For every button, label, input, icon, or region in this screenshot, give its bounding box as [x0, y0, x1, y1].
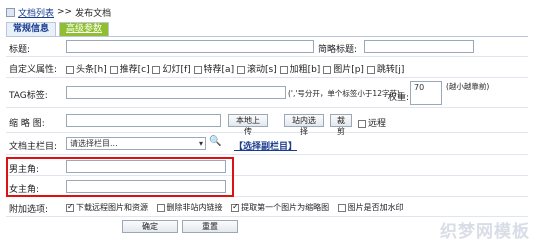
tag-label: TAG标签: — [9, 91, 48, 101]
checkbox-icon[interactable] — [109, 65, 118, 74]
attr-recommend[interactable]: 推荐[c] — [109, 65, 150, 75]
attr-special[interactable]: 特荐[a] — [193, 65, 234, 75]
attr-picture[interactable]: 图片[p] — [323, 65, 364, 75]
submit-button[interactable]: 确定 — [122, 220, 178, 233]
attr-headline[interactable]: 头条[h] — [66, 65, 107, 75]
title-label: 标题: — [9, 45, 31, 55]
tab-bar: 常规信息 高级参数 — [6, 22, 112, 37]
chevron-down-icon: ▾ — [198, 139, 203, 148]
search-icon[interactable]: 🔍 — [209, 136, 221, 147]
checkbox-icon[interactable] — [337, 203, 346, 212]
attributes-row: 自定义属性: 头条[h] 推荐[c] 幻灯[f] 特荐[a] 滚动[s] 加粗[… — [6, 57, 528, 78]
column-select[interactable]: 请选择栏目... ▾ — [66, 137, 206, 150]
extra-options: 下载远程图片和资源 删除非站内链接 提取第一个图片为缩略图 图片是否加水印 — [66, 202, 404, 213]
thumbnail-label: 缩 略 图: — [9, 119, 45, 129]
checkbox-icon[interactable] — [366, 65, 375, 74]
short-title-label: 简略标题: — [318, 45, 358, 55]
checkbox-icon[interactable] — [152, 65, 161, 74]
title-input[interactable] — [66, 40, 314, 53]
crop-button[interactable]: 裁剪 — [330, 114, 352, 136]
tag-row: TAG标签: (','号分开，单个标签小于12字节) 权重: 70 (越小越靠前… — [6, 78, 528, 108]
tab-advanced[interactable]: 高级参数 — [59, 22, 110, 36]
tag-hint: (','号分开，单个标签小于12字节) — [288, 89, 400, 98]
checkbox-icon[interactable] — [193, 65, 202, 74]
thumbnail-row: 缩 略 图: 本地上传 站内选择 裁剪 远程 — [6, 108, 528, 136]
sub-column-link[interactable]: 【选择副栏目】 — [234, 139, 297, 152]
site-select-button[interactable]: 站内选择 — [284, 114, 324, 136]
highlight-box — [6, 157, 234, 197]
thumbnail-input[interactable] — [66, 114, 221, 127]
checkbox-icon[interactable] — [66, 202, 74, 212]
title-row: 标题: 简略标题: — [6, 37, 528, 57]
checkbox-icon[interactable] — [156, 203, 165, 212]
extra-options-label: 附加选项: — [9, 205, 49, 215]
checkbox-icon[interactable] — [231, 202, 240, 212]
breadcrumb: 文档列表 >> 发布文档 — [6, 5, 111, 19]
checkbox-icon[interactable] — [358, 119, 366, 128]
download-remote-option[interactable]: 下载远程图片和资源 — [66, 202, 148, 212]
attr-slide[interactable]: 幻灯[f] — [152, 65, 191, 75]
image-watermark-option[interactable]: 图片是否加水印 — [337, 203, 404, 212]
short-title-input[interactable] — [364, 40, 474, 53]
weight-hint: (越小越靠前) — [446, 82, 490, 91]
attr-jump[interactable]: 跳转[j] — [366, 65, 404, 75]
column-label: 文档主栏目: — [9, 142, 58, 152]
checkbox-icon[interactable] — [323, 65, 332, 74]
checkbox-icon[interactable] — [236, 65, 245, 74]
tab-general[interactable]: 常规信息 — [6, 22, 57, 36]
article-list-link[interactable]: 文档列表 — [18, 6, 54, 19]
attr-scroll[interactable]: 滚动[s] — [236, 65, 277, 75]
local-upload-button[interactable]: 本地上传 — [228, 114, 268, 136]
checkbox-icon[interactable] — [279, 65, 288, 74]
home-icon — [6, 7, 15, 17]
checkbox-icon[interactable] — [66, 65, 74, 74]
breadcrumb-current: 发布文档 — [75, 8, 112, 19]
attribute-options: 头条[h] 推荐[c] 幻灯[f] 特荐[a] 滚动[s] 加粗[b] 图片[p… — [66, 62, 404, 75]
weight-label: 权重: — [388, 93, 410, 103]
reset-button[interactable]: 重置 — [182, 220, 238, 233]
attr-bold[interactable]: 加粗[b] — [279, 65, 320, 75]
breadcrumb-separator: >> — [57, 7, 73, 17]
attributes-label: 自定义属性: — [9, 65, 58, 75]
column-row: 文档主栏目: 请选择栏目... ▾ 🔍 【选择副栏目】 — [6, 133, 528, 155]
tag-input[interactable] — [66, 86, 286, 99]
remove-external-links-option[interactable]: 删除非站内链接 — [156, 203, 223, 212]
extra-options-row: 附加选项: 下载远程图片和资源 删除非站内链接 提取第一个图片为缩略图 图片是否… — [6, 197, 528, 217]
first-image-thumbnail-option[interactable]: 提取第一个图片为缩略图 — [231, 202, 329, 212]
remote-option[interactable]: 远程 — [358, 116, 386, 129]
watermark-text: 织梦网模板 — [440, 222, 530, 242]
